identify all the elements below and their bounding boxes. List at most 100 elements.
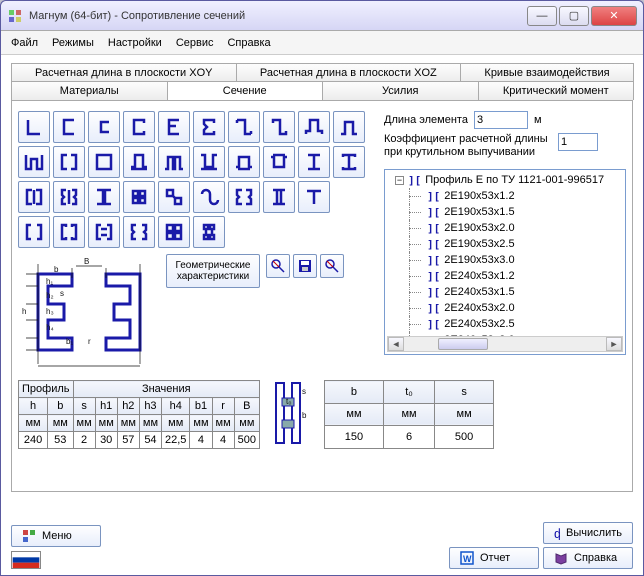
shape-hat-icon[interactable]: [298, 111, 330, 143]
svg-text:ф: ф: [554, 526, 560, 540]
flag-russia-icon[interactable]: [11, 551, 41, 569]
tab-section[interactable]: Сечение: [167, 81, 324, 100]
batten-diagram: s t₀ b: [272, 380, 312, 446]
element-length-input[interactable]: [474, 111, 528, 129]
shape-2sigma-gap-icon[interactable]: [123, 216, 155, 248]
compute-button[interactable]: ф Вычислить: [543, 522, 633, 544]
shape-double-omega-icon[interactable]: [193, 146, 225, 178]
menu-settings[interactable]: Настройки: [108, 37, 162, 49]
shape-angle-icon[interactable]: [18, 111, 50, 143]
tree-item[interactable]: 2Е190х53х3.0: [444, 254, 514, 266]
shape-cross2-icon[interactable]: [158, 181, 190, 213]
shape-c-icon[interactable]: [88, 111, 120, 143]
shape-z2-icon[interactable]: [263, 111, 295, 143]
menu-icon: [22, 529, 36, 543]
torsion-coef-label: Коэффициент расчетной длины при крутильн…: [384, 133, 552, 159]
tab-xoz[interactable]: Расчетная длина в плоскости XOZ: [236, 63, 462, 82]
shape-2c-gap-icon[interactable]: [18, 216, 50, 248]
menu-service[interactable]: Сервис: [176, 37, 214, 49]
shape-cross1-icon[interactable]: [123, 181, 155, 213]
svg-text:s: s: [60, 289, 64, 298]
svg-text:h₁: h₁: [46, 277, 53, 286]
svg-text:b₁: b₁: [66, 337, 73, 346]
shape-i2-icon[interactable]: [263, 181, 295, 213]
maximize-button[interactable]: ▢: [559, 6, 589, 26]
shape-box-c-icon[interactable]: [88, 146, 120, 178]
shape-omega3-icon[interactable]: [228, 146, 260, 178]
shape-2c-back-icon[interactable]: [18, 181, 50, 213]
shape-2sigma2-icon[interactable]: [228, 181, 260, 213]
shape-double-c-icon[interactable]: [53, 146, 85, 178]
svg-text:h: h: [22, 307, 26, 316]
svg-text:b: b: [54, 265, 59, 274]
geometric-properties-button[interactable]: Геометрические характеристики: [166, 254, 260, 288]
shape-e-icon[interactable]: [158, 111, 190, 143]
shape-double-hat-icon[interactable]: [158, 146, 190, 178]
help-button[interactable]: Справка: [543, 547, 633, 569]
shape-2c-gap2-icon[interactable]: [53, 216, 85, 248]
book-icon: [554, 551, 568, 565]
shape-2c-batten-icon[interactable]: [88, 216, 120, 248]
app-icon: [7, 8, 23, 24]
tab-curves[interactable]: Кривые взаимодействия: [460, 63, 634, 82]
scroll-thumb[interactable]: [438, 338, 488, 350]
tree-item[interactable]: 2Е240х53х1.2: [444, 270, 514, 282]
svg-text:B: B: [84, 257, 89, 266]
shape-palette: [18, 111, 374, 248]
menu-modes[interactable]: Режимы: [52, 37, 94, 49]
tab-materials[interactable]: Материалы: [11, 81, 168, 100]
shape-sigma-icon[interactable]: [193, 111, 225, 143]
shape-omega2-icon[interactable]: [18, 146, 50, 178]
shape-c-open-icon[interactable]: [53, 111, 85, 143]
minimize-button[interactable]: —: [527, 6, 557, 26]
word-icon: W: [460, 551, 474, 565]
tree-item[interactable]: 2Е240х53х2.5: [444, 318, 514, 330]
batten-table: b t₀ s мм мм мм 150 6 500: [324, 380, 494, 449]
shape-c-lip-icon[interactable]: [123, 111, 155, 143]
profile-tree[interactable]: − ][ Профиль Е по ТУ 1121-001-996517 ][2…: [384, 169, 626, 355]
save-icon[interactable]: [293, 254, 317, 278]
report-button[interactable]: W Отчет: [449, 547, 539, 569]
shape-2c-face-icon[interactable]: [88, 181, 120, 213]
tree-item[interactable]: 2Е190х53х1.5: [444, 206, 514, 218]
menu-file[interactable]: Файл: [11, 37, 38, 49]
shape-4box-icon[interactable]: [158, 216, 190, 248]
tree-item[interactable]: 2Е240х53х1.5: [444, 286, 514, 298]
close-button[interactable]: ✕: [591, 6, 637, 26]
phi-icon: ф: [554, 526, 560, 540]
tree-item[interactable]: 2Е240х53х2.0: [444, 302, 514, 314]
menu-help[interactable]: Справка: [227, 37, 270, 49]
tree-item[interactable]: 2Е190х53х1.2: [444, 190, 514, 202]
shape-2sigma-icon[interactable]: [53, 181, 85, 213]
shape-4link-icon[interactable]: [193, 216, 225, 248]
tree-item[interactable]: 2Е190х53х2.5: [444, 238, 514, 250]
tree-scrollbar-h[interactable]: ◄ ►: [387, 336, 623, 352]
tab-forces[interactable]: Усилия: [322, 81, 479, 100]
shape-link-icon[interactable]: [193, 181, 225, 213]
table-row: 24053230575422,544500: [19, 432, 260, 449]
shape-omega4-icon[interactable]: [263, 146, 295, 178]
profile-header: Профиль: [19, 381, 74, 398]
tree-item[interactable]: 2Е190х53х2.0: [444, 222, 514, 234]
menu-button[interactable]: Меню: [11, 525, 101, 547]
values-header: Значения: [73, 381, 260, 398]
shape-omega-icon[interactable]: [333, 111, 365, 143]
svg-text:h₂: h₂: [46, 291, 54, 300]
shape-t-icon[interactable]: [298, 181, 330, 213]
profile-table: Профиль Значения h b s h1 h2 h3 h4 b1 r …: [18, 380, 260, 449]
tab-xoy[interactable]: Расчетная длина в плоскости XOY: [11, 63, 237, 82]
shape-box-omega-icon[interactable]: [123, 146, 155, 178]
tree-root-label[interactable]: Профиль Е по ТУ 1121-001-996517: [425, 174, 604, 186]
cross-section-diagram: B b h h₁h₂ h₃h₄ b₁ r s: [18, 254, 160, 372]
shape-i-lip-icon[interactable]: [333, 146, 365, 178]
zoom-search-icon[interactable]: [266, 254, 290, 278]
svg-text:r: r: [88, 337, 91, 346]
shape-i-simple-icon[interactable]: [298, 146, 330, 178]
tab-critical[interactable]: Критический момент: [478, 81, 635, 100]
shape-z-icon[interactable]: [228, 111, 260, 143]
scroll-right-icon[interactable]: ►: [606, 337, 622, 351]
scroll-left-icon[interactable]: ◄: [388, 337, 404, 351]
zoom-search2-icon[interactable]: [320, 254, 344, 278]
table-row: 150 6 500: [325, 426, 494, 449]
torsion-coef-input[interactable]: [558, 133, 598, 151]
